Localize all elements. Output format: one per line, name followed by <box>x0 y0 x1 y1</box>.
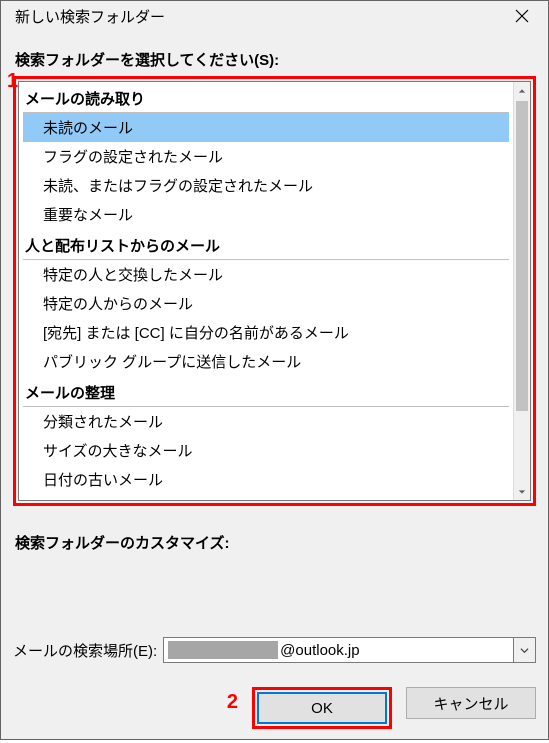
group-header: メールの整理 <box>19 378 513 405</box>
list-item[interactable]: フラグの設定されたメール <box>23 142 509 171</box>
list-item[interactable]: 分類されたメール <box>23 407 509 436</box>
list-item[interactable]: [宛先] または [CC] に自分の名前があるメール <box>23 318 509 347</box>
search-location-value: @outlook.jp <box>164 641 513 659</box>
chevron-up-icon <box>518 87 526 95</box>
dialog-body: 検索フォルダーを選択してください(S): 1 メールの読み取り未読のメールフラグ… <box>1 31 548 743</box>
chevron-down-icon <box>520 646 529 655</box>
search-location-label: メールの検索場所(E): <box>13 640 157 661</box>
search-location-row: メールの検索場所(E): @outlook.jp <box>13 637 536 663</box>
list-item[interactable]: 添付ファイルのあるメール <box>23 494 509 500</box>
scroll-down-button[interactable] <box>514 483 530 500</box>
list-item[interactable]: 特定の人と交換したメール <box>23 260 509 289</box>
close-icon <box>515 9 529 23</box>
dialog-title: 新しい検索フォルダー <box>15 6 165 27</box>
list-item[interactable]: パブリック グループに送信したメール <box>23 347 509 376</box>
list-item[interactable]: 特定の人からのメール <box>23 289 509 318</box>
chevron-down-icon <box>518 488 526 496</box>
close-button[interactable] <box>502 1 542 31</box>
folder-listbox[interactable]: メールの読み取り未読のメールフラグの設定されたメール未読、またはフラグの設定され… <box>18 81 531 501</box>
annotation-2: 2 <box>227 691 238 714</box>
folder-listbox-inner: メールの読み取り未読のメールフラグの設定されたメール未読、またはフラグの設定され… <box>19 82 513 500</box>
list-item[interactable]: 未読のメール <box>23 113 509 142</box>
titlebar: 新しい検索フォルダー <box>1 1 548 31</box>
combo-dropdown-button[interactable] <box>513 638 535 662</box>
list-item[interactable]: サイズの大きなメール <box>23 436 509 465</box>
list-item[interactable]: 日付の古いメール <box>23 465 509 494</box>
button-row: 2 OK キャンセル <box>13 687 536 729</box>
ok-highlight-frame: OK <box>252 687 392 729</box>
annotation-1: 1 <box>7 70 18 93</box>
account-domain: @outlook.jp <box>280 642 359 659</box>
group-items: 未読のメールフラグの設定されたメール未読、またはフラグの設定されたメール重要なメ… <box>23 112 509 229</box>
listbox-annotation-wrap: 1 メールの読み取り未読のメールフラグの設定されたメール未読、またはフラグの設定… <box>13 76 536 506</box>
cancel-button[interactable]: キャンセル <box>406 687 536 719</box>
scroll-track[interactable] <box>514 99 530 483</box>
scroll-thumb[interactable] <box>516 101 528 411</box>
select-folder-label: 検索フォルダーを選択してください(S): <box>15 49 536 70</box>
scroll-up-button[interactable] <box>514 82 530 99</box>
customize-label: 検索フォルダーのカスタマイズ: <box>15 532 536 553</box>
group-header: メールの読み取り <box>19 84 513 111</box>
new-search-folder-dialog: 新しい検索フォルダー 検索フォルダーを選択してください(S): 1 メールの読み… <box>0 0 549 740</box>
group-items: 特定の人と交換したメール特定の人からのメール[宛先] または [CC] に自分の… <box>23 259 509 376</box>
listbox-highlight-frame: メールの読み取り未読のメールフラグの設定されたメール未読、またはフラグの設定され… <box>13 76 536 506</box>
group-items: 分類されたメールサイズの大きなメール日付の古いメール添付ファイルのあるメール特定… <box>23 406 509 500</box>
scrollbar[interactable] <box>513 82 530 500</box>
group-header: 人と配布リストからのメール <box>19 231 513 258</box>
ok-button[interactable]: OK <box>257 692 387 724</box>
search-location-combo[interactable]: @outlook.jp <box>163 637 536 663</box>
list-item[interactable]: 重要なメール <box>23 200 509 229</box>
account-mask <box>168 641 278 659</box>
list-item[interactable]: 未読、またはフラグの設定されたメール <box>23 171 509 200</box>
